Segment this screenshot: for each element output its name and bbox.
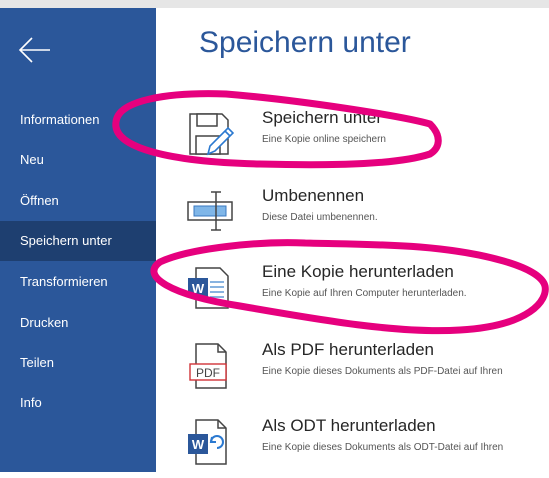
save-as-icon (189, 113, 234, 156)
rename-desc: Diese Datei umbenennen. (262, 212, 378, 223)
sidebar-item-transformieren[interactable]: Transformieren (0, 262, 156, 302)
sidebar: Informationen Neu Öffnen Speichern unter… (0, 8, 156, 472)
sidebar-item-info[interactable]: Info (0, 383, 156, 423)
svg-text:W: W (192, 281, 205, 296)
rename-icon (187, 191, 233, 231)
sidebar-item-speichern-unter[interactable]: Speichern unter (0, 221, 156, 261)
odt-icon: W (188, 419, 227, 465)
pdf-icon: PDF (189, 343, 227, 389)
save-as-option[interactable]: Speichern unter Eine Kopie online speich… (186, 106, 549, 170)
top-strip (0, 0, 549, 8)
svg-text:W: W (192, 437, 205, 452)
pdf-icon-label: PDF (196, 366, 220, 380)
sidebar-item-drucken[interactable]: Drucken (0, 303, 156, 343)
rename-title: Umbenennen (262, 186, 365, 205)
back-arrow-icon[interactable] (16, 32, 52, 68)
sidebar-item-teilen[interactable]: Teilen (0, 343, 156, 383)
sidebar-item-neu[interactable]: Neu (0, 140, 156, 180)
download-pdf-option[interactable]: PDF Als PDF herunterladen Eine Kopie die… (186, 338, 549, 402)
page-title: Speichern unter (199, 26, 411, 59)
sidebar-item-informationen[interactable]: Informationen (0, 100, 156, 140)
save-as-desc: Eine Kopie online speichern (262, 134, 386, 145)
download-copy-option[interactable]: W Eine Kopie herunterladen Eine Kopie au… (186, 260, 549, 324)
save-as-title: Speichern unter (262, 108, 383, 127)
download-copy-desc: Eine Kopie auf Ihren Computer herunterla… (262, 288, 467, 299)
main-panel: Speichern unter Speichern unter Eine Kop… (156, 8, 549, 472)
rename-option[interactable]: Umbenennen Diese Datei umbenennen. (186, 184, 549, 248)
download-copy-title: Eine Kopie herunterladen (262, 262, 454, 281)
download-pdf-title: Als PDF herunterladen (262, 340, 434, 359)
download-pdf-desc: Eine Kopie dieses Dokuments als PDF-Date… (262, 366, 503, 377)
download-odt-option[interactable]: W Als ODT herunterladen Eine Kopie diese… (186, 414, 549, 478)
sidebar-item-oeffnen[interactable]: Öffnen (0, 181, 156, 221)
download-odt-desc: Eine Kopie dieses Dokuments als ODT-Date… (262, 442, 504, 453)
download-odt-title: Als ODT herunterladen (262, 416, 436, 435)
word-download-icon: W (188, 267, 229, 309)
